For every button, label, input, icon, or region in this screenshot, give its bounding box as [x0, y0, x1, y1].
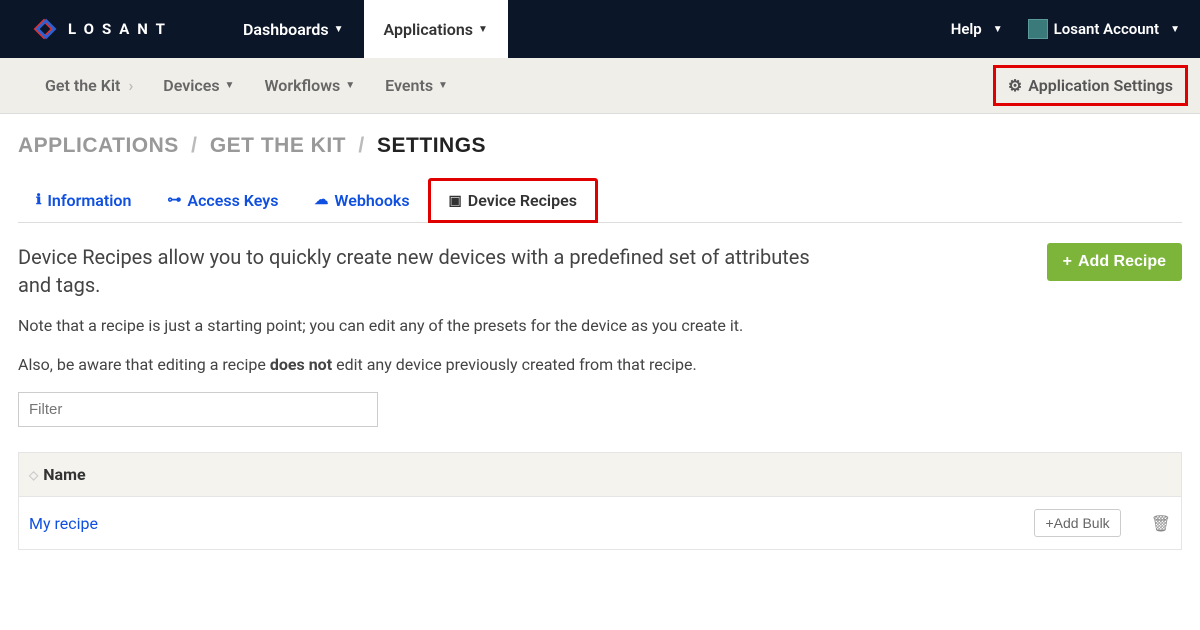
caret-down-icon: ▼ [438, 80, 448, 91]
nav-dashboards-label: Dashboards [243, 20, 329, 39]
add-recipe-button[interactable]: + Add Recipe [1047, 243, 1182, 281]
avatar-icon [1028, 19, 1048, 39]
plus-icon: + [1063, 253, 1072, 271]
note-1: Note that a recipe is just a starting po… [18, 314, 1182, 338]
subnav-get-the-kit[interactable]: Get the Kit › [30, 58, 148, 114]
logo-text: LOSANT [68, 20, 173, 38]
table-row: My recipe +Add Bulk 🗑 [19, 497, 1181, 549]
breadcrumb-get-the-kit[interactable]: GET THE KIT [210, 134, 346, 157]
tab-webhooks[interactable]: ☁ Webhooks [296, 178, 427, 222]
nav-help-label: Help [951, 20, 982, 38]
caret-down-icon: ▼ [478, 24, 488, 35]
info-icon: ℹ [36, 192, 41, 208]
tab-device-recipes-label: Device Recipes [468, 191, 577, 210]
tab-access-keys-label: Access Keys [187, 191, 278, 210]
sort-icon: ◇ [29, 468, 38, 482]
subnav-kit-label: Get the Kit [45, 76, 120, 95]
nav-applications-label: Applications [384, 20, 473, 39]
subnav-workflows-label: Workflows [264, 76, 340, 95]
tab-webhooks-label: Webhooks [334, 191, 409, 210]
caret-down-icon: ▼ [334, 24, 344, 35]
nav-help[interactable]: Help ▼ [951, 20, 1003, 38]
page-description: Device Recipes allow you to quickly crea… [18, 243, 818, 299]
subnav-devices[interactable]: Devices ▼ [148, 58, 249, 114]
subnav-workflows[interactable]: Workflows ▼ [249, 58, 370, 114]
top-nav: LOSANT Dashboards ▼ Applications ▼ Help … [0, 0, 1200, 58]
plus-icon: + [1045, 515, 1053, 531]
add-recipe-label: Add Recipe [1078, 253, 1166, 271]
application-settings-label: Application Settings [1028, 76, 1173, 95]
recipe-name-link[interactable]: My recipe [29, 514, 1034, 533]
breadcrumb-current: SETTINGS [377, 134, 486, 157]
subnav-events[interactable]: Events ▼ [370, 58, 463, 114]
caret-down-icon: ▼ [345, 80, 355, 91]
caret-down-icon: ▼ [993, 24, 1003, 35]
breadcrumb-applications[interactable]: APPLICATIONS [18, 134, 179, 157]
content: APPLICATIONS / GET THE KIT / SETTINGS ℹ … [0, 114, 1200, 570]
filter-input[interactable] [18, 392, 378, 427]
add-bulk-button[interactable]: +Add Bulk [1034, 509, 1120, 537]
breadcrumb-separator: / [191, 134, 197, 157]
nav-account[interactable]: Losant Account ▼ [1028, 19, 1180, 39]
add-bulk-label: Add Bulk [1054, 515, 1110, 531]
caret-down-icon: ▼ [1170, 24, 1180, 35]
nav-dashboards[interactable]: Dashboards ▼ [223, 0, 364, 58]
note-2: Also, be aware that editing a recipe doe… [18, 353, 1182, 377]
column-name: Name [43, 465, 85, 484]
table-header[interactable]: ◇ Name [19, 453, 1181, 497]
subnav-events-label: Events [385, 76, 433, 95]
tab-information[interactable]: ℹ Information [18, 178, 149, 222]
caret-down-icon: ▼ [225, 80, 235, 91]
key-icon: ⊶ [167, 192, 181, 208]
logo[interactable]: LOSANT [30, 15, 173, 43]
window-icon: ▣ [449, 193, 462, 209]
tab-access-keys[interactable]: ⊶ Access Keys [149, 178, 296, 222]
sub-nav: Get the Kit › Devices ▼ Workflows ▼ Even… [0, 58, 1200, 114]
application-settings-button[interactable]: ⚙ Application Settings [993, 65, 1188, 106]
nav-account-label: Losant Account [1054, 20, 1159, 38]
breadcrumb: APPLICATIONS / GET THE KIT / SETTINGS [18, 134, 1182, 158]
cloud-icon: ☁ [314, 192, 328, 208]
recipes-table: ◇ Name My recipe +Add Bulk 🗑 [18, 452, 1182, 550]
tab-information-label: Information [47, 191, 131, 210]
chevron-right-icon: › [128, 76, 133, 95]
subnav-devices-label: Devices [163, 76, 219, 95]
trash-icon[interactable]: 🗑 [1151, 514, 1171, 533]
breadcrumb-separator: / [358, 134, 364, 157]
logo-icon [30, 15, 58, 43]
nav-applications[interactable]: Applications ▼ [364, 0, 508, 58]
tab-device-recipes[interactable]: ▣ Device Recipes [428, 178, 598, 223]
tabs: ℹ Information ⊶ Access Keys ☁ Webhooks ▣… [18, 178, 1182, 223]
gear-icon: ⚙ [1008, 76, 1022, 95]
